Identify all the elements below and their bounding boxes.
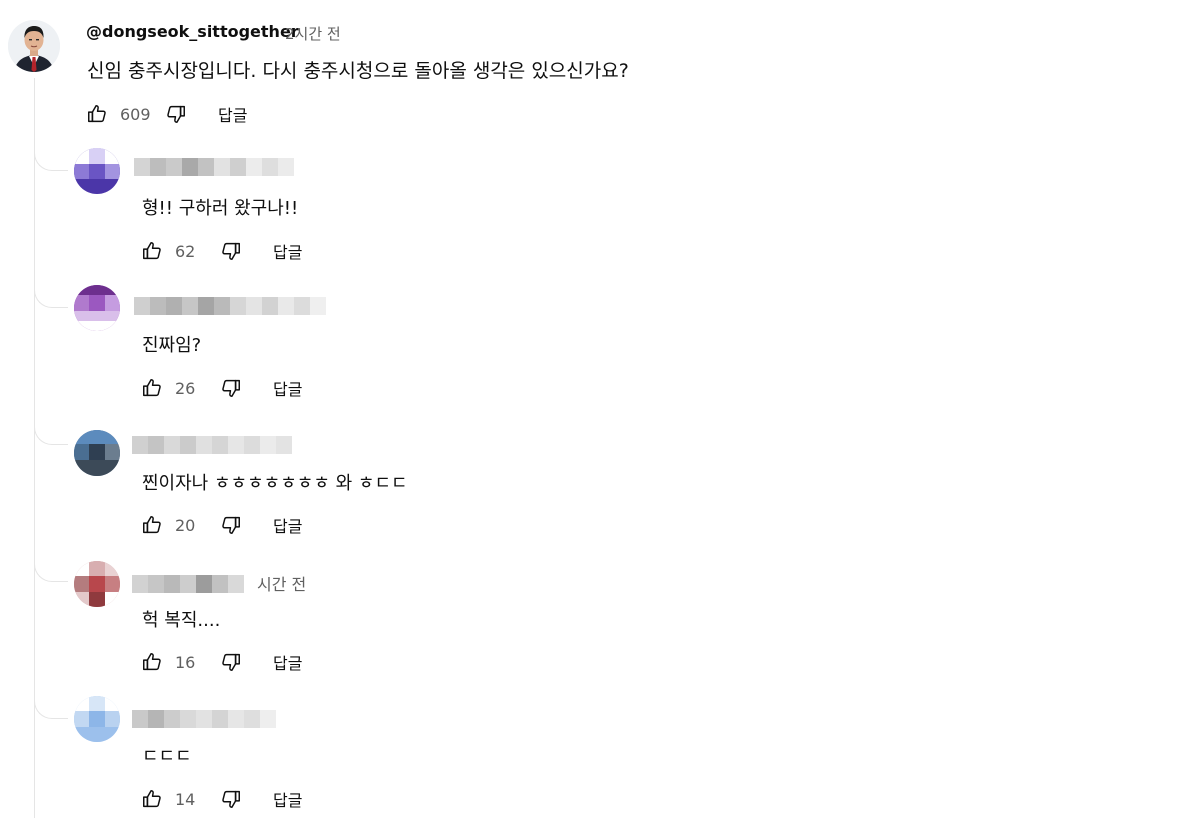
- reply-item: 찐이자나 ㅎㅎㅎㅎㅎㅎㅎ 와 ㅎㄷㄷ 20 답글: [0, 414, 1200, 551]
- reply-item: 형!! 구하러 왔구나!! 62 답글: [0, 140, 1200, 277]
- comment-timestamp[interactable]: 2시간 전: [285, 23, 341, 44]
- reply-text: 형!! 구하러 왔구나!!: [142, 198, 299, 219]
- reply-text: 헉 복직....: [142, 610, 221, 631]
- thumbs-down-icon[interactable]: [219, 239, 243, 263]
- reply-text: ㄷㄷㄷ: [142, 746, 192, 767]
- reply-actions: 26 답글: [140, 373, 302, 403]
- avatar[interactable]: [74, 285, 120, 331]
- author-name-redacted: [132, 575, 244, 593]
- reply-timestamp[interactable]: 시간 전: [257, 571, 306, 595]
- avatar[interactable]: [74, 148, 120, 194]
- thumbs-down-icon[interactable]: [219, 376, 243, 400]
- comment-text: 신임 충주시장입니다. 다시 충주시청으로 돌아올 생각은 있으신가요?: [87, 60, 629, 82]
- thumbs-up-icon[interactable]: [140, 376, 164, 400]
- top-comment: @dongseok_sittogether 2시간 전 신임 충주시장입니다. …: [0, 0, 1200, 140]
- author-name-redacted: [134, 158, 294, 176]
- thumbs-up-icon[interactable]: [140, 513, 164, 537]
- reply-button[interactable]: 답글: [273, 513, 302, 537]
- reply-item: 진짜임? 26 답글: [0, 277, 1200, 414]
- author-name-redacted: [132, 710, 276, 728]
- comment-actions: 609 답글: [85, 99, 247, 129]
- thumbs-down-icon[interactable]: [219, 513, 243, 537]
- avatar[interactable]: [74, 430, 120, 476]
- reply-text: 진짜임?: [142, 335, 202, 356]
- comment-author[interactable]: @dongseok_sittogether: [86, 22, 299, 41]
- reply-actions: 16 답글: [140, 647, 302, 677]
- reply-item: ㄷㄷㄷ 14 답글: [0, 688, 1200, 825]
- thumbs-up-icon[interactable]: [140, 650, 164, 674]
- reply-item: 시간 전 헉 복직.... 16 답글: [0, 551, 1200, 688]
- reply-actions: 62 답글: [140, 236, 302, 266]
- avatar[interactable]: [74, 696, 120, 742]
- like-count: 16: [175, 652, 196, 672]
- thumbs-up-icon[interactable]: [85, 102, 109, 126]
- avatar[interactable]: [8, 20, 60, 72]
- like-count: 62: [175, 241, 196, 261]
- reply-text: 찐이자나 ㅎㅎㅎㅎㅎㅎㅎ 와 ㅎㄷㄷ: [142, 473, 408, 494]
- like-count: 20: [175, 515, 196, 535]
- thumbs-down-icon[interactable]: [219, 650, 243, 674]
- author-name-redacted: [132, 436, 292, 454]
- reply-actions: 20 답글: [140, 510, 302, 540]
- thumbs-up-icon[interactable]: [140, 239, 164, 263]
- like-count: 14: [175, 789, 196, 809]
- reply-button[interactable]: 답글: [273, 239, 302, 263]
- thumbs-up-icon[interactable]: [140, 787, 164, 811]
- thumbs-down-icon[interactable]: [219, 787, 243, 811]
- avatar[interactable]: [74, 561, 120, 607]
- like-count: 609: [120, 104, 151, 124]
- reply-button[interactable]: 답글: [218, 102, 247, 126]
- like-count: 26: [175, 378, 196, 398]
- reply-actions: 14 답글: [140, 784, 302, 814]
- thumbs-down-icon[interactable]: [164, 102, 188, 126]
- reply-button[interactable]: 답글: [273, 787, 302, 811]
- author-name-redacted: [134, 297, 326, 315]
- reply-button[interactable]: 답글: [273, 376, 302, 400]
- reply-button[interactable]: 답글: [273, 650, 302, 674]
